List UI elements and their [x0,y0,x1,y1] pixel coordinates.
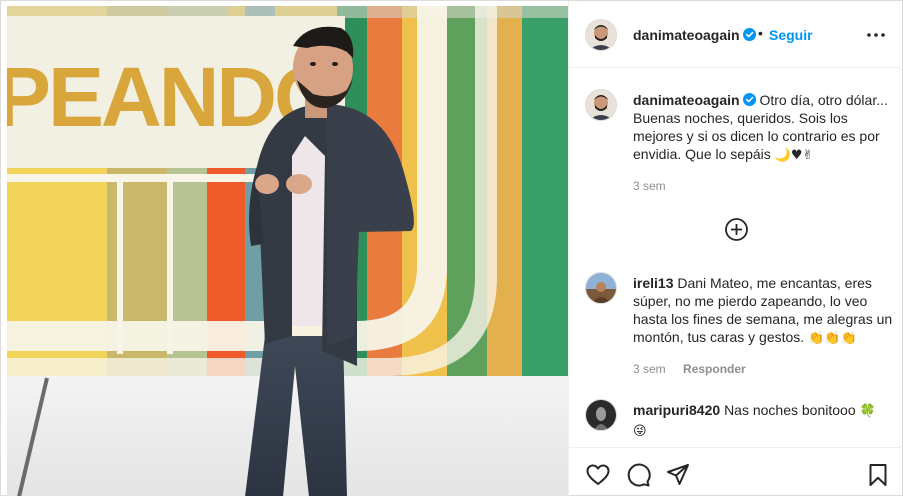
comment-time[interactable]: 3 sem [633,362,666,376]
photo-illustration: PEANDO [7,6,568,496]
header-separator: • [758,25,763,41]
comment-item: maripuri8420 Nas noches bonitooo 🍀 😜 [585,399,895,446]
post-actions-bar [569,447,903,496]
more-options-icon[interactable] [865,25,887,45]
comment-username[interactable]: maripuri8420 [633,402,720,418]
post-header: danimateoagain • Seguir [569,1,903,68]
comment-text: maripuri8420 Nas noches bonitooo 🍀 😜 [633,401,895,441]
plus-circle-icon[interactable] [724,217,749,242]
comment-text: ireli13 Dani Mateo, me encantas, eres sú… [633,274,895,348]
bookmark-icon[interactable] [865,462,891,488]
author-username[interactable]: danimateoagain [633,27,756,43]
follow-button[interactable]: Seguir [769,27,813,43]
post-side-panel: danimateoagain • Seguir danimateoagain O… [568,1,903,496]
comment-emojis-line2: 😜 [633,424,647,439]
post-dialog: PEANDO danimateoagain • Seguir danimateo… [0,0,903,496]
comment-avatar[interactable] [585,272,617,304]
author-username-text[interactable]: danimateoagain [633,27,740,43]
comments-list[interactable]: danimateoagain Otro día, otro dólar... B… [569,69,903,446]
heart-icon[interactable] [585,462,611,488]
caption-username[interactable]: danimateoagain [633,92,740,108]
comment-icon[interactable] [625,462,651,488]
caption-item: danimateoagain Otro día, otro dólar... B… [585,89,895,199]
caption-meta: 3 sem [633,179,680,193]
comment-item: ireli13 Dani Mateo, me encantas, eres sú… [585,272,895,382]
comment-meta: 3 sem Responder [633,362,760,376]
caption-emojis: 🌙♥✌ [774,148,814,163]
comment-avatar[interactable] [585,399,617,431]
comment-username[interactable]: ireli13 [633,275,673,291]
reply-button[interactable]: Responder [683,362,746,376]
caption-avatar[interactable] [585,89,617,121]
comment-emojis: 👏👏👏 [808,331,857,346]
comment-emojis: 🍀 [859,404,876,419]
share-icon[interactable] [665,462,691,488]
comment-body: Nas noches bonitooo [724,402,856,418]
post-photo[interactable]: PEANDO [7,6,568,496]
author-avatar[interactable] [585,19,617,51]
verified-badge-icon [742,93,756,106]
verified-badge-icon [742,28,756,41]
caption-text: danimateoagain Otro día, otro dólar... B… [633,91,895,165]
caption-time[interactable]: 3 sem [633,179,666,193]
